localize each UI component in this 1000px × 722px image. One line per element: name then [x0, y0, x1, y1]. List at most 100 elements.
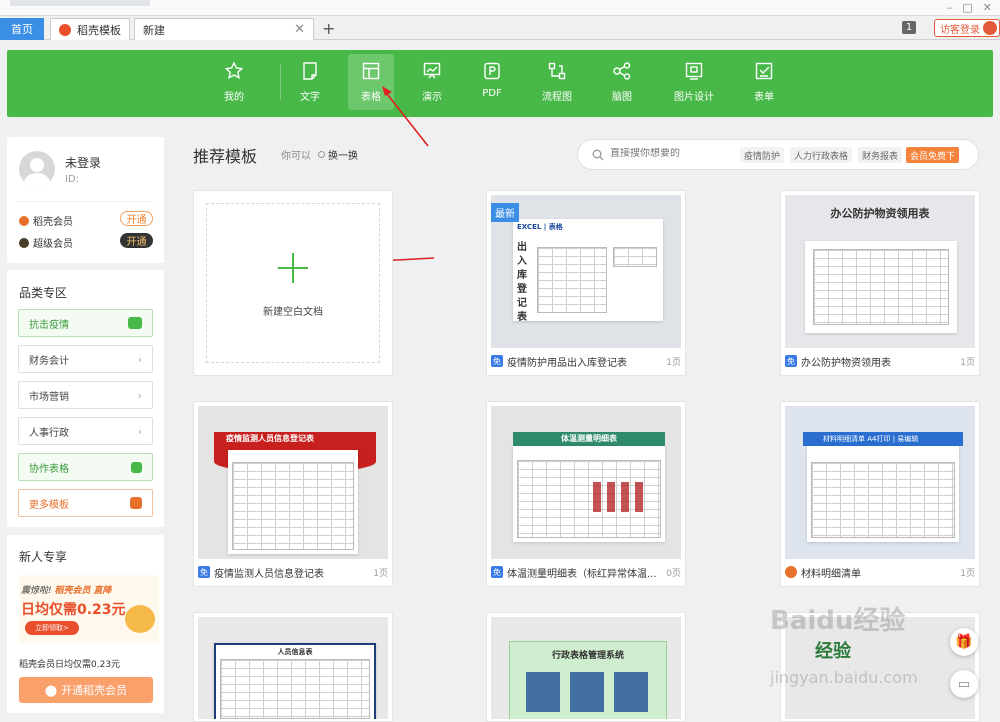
- category-hr[interactable]: 人事行政 ›: [18, 417, 153, 445]
- card-footer: 免 体温测量明细表（标红异常体温... 0页: [491, 564, 681, 580]
- epidemic-icon: [128, 317, 142, 329]
- nav-form-label: 表单: [754, 92, 774, 103]
- open-vip-label: 开通稻壳会员: [61, 684, 128, 697]
- tab-home-label: 首页: [11, 23, 33, 36]
- sheet-preview: [513, 446, 665, 542]
- side-title: 出入库登记表: [517, 242, 527, 323]
- template-card[interactable]: 行政表格管理系统: [486, 612, 686, 722]
- plus-icon: [278, 253, 308, 283]
- search-tag[interactable]: 财务报表: [858, 147, 903, 163]
- daoke-logo-icon: ⬤: [44, 683, 58, 697]
- category-collab-table[interactable]: 协作表格: [18, 453, 153, 481]
- open-super-vip-button[interactable]: 开通: [120, 233, 153, 248]
- daoke-logo-icon: [59, 23, 71, 36]
- thumb-subtitle: A4打印 | 易编辑: [867, 435, 919, 443]
- open-daoke-vip-button[interactable]: 开通: [120, 211, 153, 226]
- sheet-preview: EXCEL | 表格 出入库登记表: [513, 219, 663, 323]
- super-vip-row: 超级会员: [19, 235, 73, 250]
- maybe-label: 你可以: [281, 151, 311, 162]
- refresh-icon: [318, 151, 325, 158]
- presentation-icon: [423, 62, 441, 79]
- tab-daoke[interactable]: 稻壳模板: [50, 18, 130, 40]
- template-name: 疫情防护用品出入库登记表: [507, 357, 627, 369]
- tab-home[interactable]: 首页: [0, 18, 44, 40]
- open-daoke-vip-big-button[interactable]: ⬤ 开通稻壳会员: [19, 677, 153, 703]
- search-tag[interactable]: 疫情防护: [740, 147, 785, 163]
- star-icon: [224, 61, 244, 80]
- member-free-tag[interactable]: 会员免费下: [906, 147, 960, 163]
- newuser-title: 新人专享: [19, 550, 68, 564]
- search-tag[interactable]: 人力行政表格: [790, 147, 853, 163]
- nav-flowchart-label: 流程图: [542, 92, 572, 103]
- category-epidemic[interactable]: 抗击疫情: [18, 309, 153, 337]
- promo-price: 日均仅需0.23元: [21, 602, 126, 618]
- nav-mindmap[interactable]: 脑图: [599, 54, 645, 110]
- daoke-vip-icon: [19, 215, 29, 226]
- template-thumbnail: 疫情监测人员信息登记表: [198, 406, 388, 559]
- page-count: 1页: [666, 357, 681, 368]
- nav-image-design[interactable]: 图片设计: [671, 54, 717, 110]
- nav-text[interactable]: 文字: [287, 54, 333, 110]
- refresh-button[interactable]: 换一换: [318, 147, 358, 162]
- image-design-icon: [685, 62, 703, 80]
- category-title: 品类专区: [19, 286, 68, 300]
- divider: [17, 201, 154, 202]
- close-tab-icon[interactable]: ✕: [294, 22, 305, 37]
- visitor-avatar-icon: [983, 21, 997, 35]
- nav-pdf-label: PDF: [482, 88, 502, 99]
- chevron-right-icon: ›: [137, 352, 142, 366]
- feedback-button[interactable]: ▭: [950, 670, 978, 698]
- category-more[interactable]: 更多模板: [18, 489, 153, 517]
- nav-image-design-label: 图片设计: [674, 92, 714, 103]
- blank-dashed-frame: [206, 203, 380, 363]
- category-finance[interactable]: 财务会计 ›: [18, 345, 153, 373]
- template-card[interactable]: 人员信息表: [193, 612, 393, 722]
- nav-flowchart[interactable]: 流程图: [534, 54, 580, 110]
- table-grid: [220, 659, 370, 719]
- page-count: 1页: [373, 568, 388, 579]
- promo-claim-button[interactable]: 立即领取>: [25, 621, 79, 635]
- card-footer: 免 疫情防护用品出入库登记表 1页: [491, 353, 681, 369]
- nav-form[interactable]: 表单: [741, 54, 787, 110]
- chat-icon: ▭: [957, 676, 971, 692]
- watermark: Baidu经验: [770, 606, 906, 636]
- add-tab-icon[interactable]: +: [322, 19, 335, 38]
- gift-icon: 🎁: [955, 634, 973, 650]
- tab-new[interactable]: 新建 ✕: [134, 18, 314, 40]
- visitor-login-button[interactable]: 访客登录: [934, 19, 1000, 37]
- nav-presentation-label: 演示: [422, 92, 442, 103]
- nav-text-label: 文字: [300, 92, 320, 103]
- template-card[interactable]: 体温测量明细表 免 体温测量明细表（标红异常体温... 0页: [486, 401, 686, 587]
- nav-mine[interactable]: 我的: [211, 54, 257, 110]
- top-category-nav: 我的 文字 表格 演示 PDF 流程图 脑图 图片设计 表单: [7, 50, 993, 117]
- close-icon[interactable]: ✕: [983, 1, 992, 14]
- window-titlebar: – □ ✕: [0, 0, 1000, 16]
- template-thumbnail: 行政表格管理系统: [491, 617, 681, 719]
- sheet-preview: [228, 450, 358, 554]
- category-marketing[interactable]: 市场营销 ›: [18, 381, 153, 409]
- nav-mine-label: 我的: [224, 92, 244, 103]
- promo-brand: 稻壳会员: [54, 586, 91, 596]
- maximize-icon[interactable]: □: [962, 1, 972, 14]
- template-card[interactable]: EXCEL | 表格 出入库登记表 最新 免 疫情防护用品出入库登记表 1页: [486, 190, 686, 376]
- nav-table[interactable]: 表格: [348, 54, 394, 110]
- avatar[interactable]: [19, 151, 55, 187]
- template-card[interactable]: 材料明细清单 A4打印 | 易编辑 材料明细清单 1页: [780, 401, 980, 587]
- highlighted-cells: [593, 482, 643, 512]
- minimize-icon[interactable]: –: [947, 1, 953, 14]
- user-name[interactable]: 未登录: [65, 154, 101, 171]
- gift-button[interactable]: 🎁: [950, 628, 978, 656]
- template-card[interactable]: 办公防护物资领用表 免 办公防护物资领用表 1页: [780, 190, 980, 376]
- nav-pdf[interactable]: PDF: [469, 54, 515, 110]
- coin-icon: [125, 605, 155, 633]
- window-count-badge[interactable]: 1: [902, 21, 916, 34]
- nav-presentation[interactable]: 演示: [409, 54, 455, 110]
- template-card[interactable]: 疫情监测人员信息登记表 免 疫情监测人员信息登记表 1页: [193, 401, 393, 587]
- template-thumbnail: 人员信息表: [198, 617, 388, 719]
- free-icon: 免: [198, 566, 210, 578]
- page-count: 1页: [960, 568, 975, 579]
- promo-banner[interactable]: 震惊啦! 稻壳会员 直降 日均仅需0.23元 立即领取>: [19, 575, 159, 643]
- new-blank-document-card[interactable]: 新建空白文档: [193, 190, 393, 376]
- search-input[interactable]: [610, 148, 730, 159]
- thumb-title: 材料明细清单: [823, 435, 865, 443]
